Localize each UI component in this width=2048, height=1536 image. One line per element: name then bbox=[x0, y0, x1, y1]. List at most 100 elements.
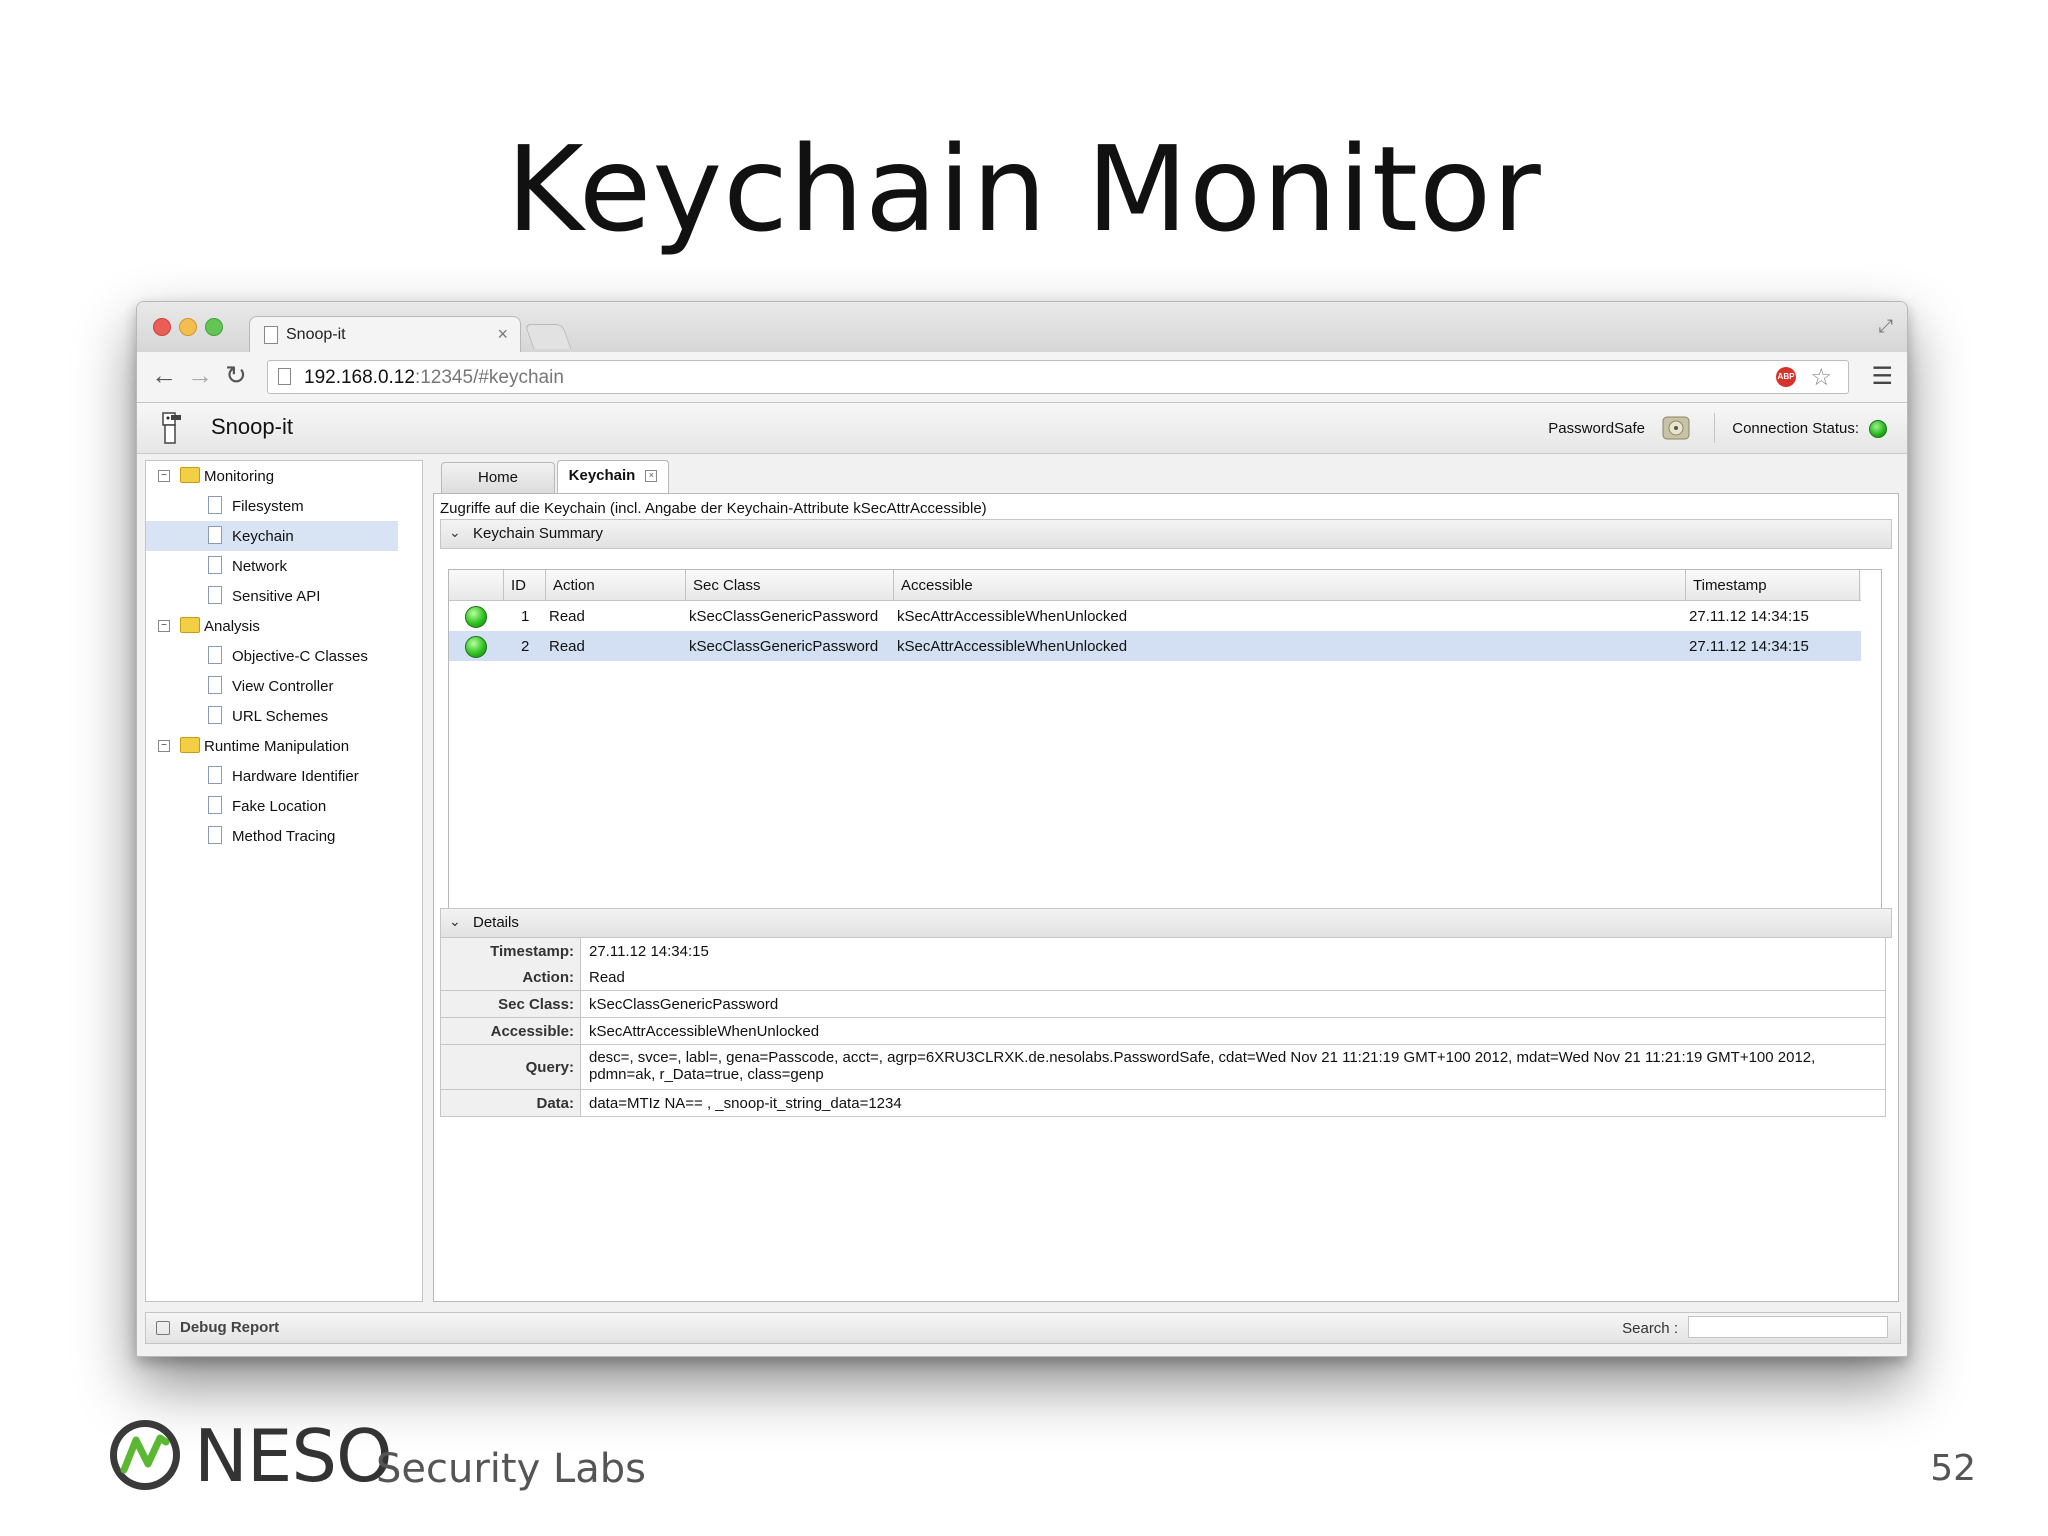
detail-value: kSecClassGenericPassword bbox=[589, 996, 779, 1013]
status-bar: Debug Report Search : bbox=[145, 1312, 1901, 1344]
address-bar[interactable]: 192.168.0.12:12345/#keychain ABP ☆ bbox=[267, 360, 1849, 394]
search-input[interactable] bbox=[1688, 1316, 1888, 1338]
sidebar-item-hardware-identifier[interactable]: Hardware Identifier bbox=[146, 761, 422, 791]
details-header[interactable]: ⌄ Details bbox=[440, 908, 1892, 938]
cell-timestamp: 27.11.12 14:34:15 bbox=[1689, 638, 1809, 655]
sidebar-item-network[interactable]: Network bbox=[146, 551, 422, 581]
detail-label: Accessible: bbox=[441, 1018, 581, 1044]
page-icon bbox=[208, 766, 222, 784]
sidebar-item-objective-c-classes[interactable]: Objective-C Classes bbox=[146, 641, 422, 671]
column-header-id[interactable]: ID bbox=[511, 577, 526, 594]
cell-accessible: kSecAttrAccessibleWhenUnlocked bbox=[897, 638, 1128, 655]
zoom-window-button[interactable] bbox=[205, 318, 223, 336]
sidebar-item-label: URL Schemes bbox=[232, 708, 329, 725]
header-separator bbox=[1714, 413, 1715, 443]
sidebar-item-method-tracing[interactable]: Method Tracing bbox=[146, 821, 422, 851]
bookmark-star-icon[interactable]: ☆ bbox=[1810, 363, 1832, 392]
keychain-table: ID Action Sec Class Accessible Timestamp… bbox=[448, 569, 1882, 911]
tab-keychain[interactable]: Keychain × bbox=[557, 460, 669, 493]
fullscreen-icon[interactable]: ⤢ bbox=[1879, 316, 1893, 337]
sidebar-item-sensitive-api[interactable]: Sensitive API bbox=[146, 581, 422, 611]
page-icon bbox=[208, 496, 222, 514]
table-row[interactable]: 2 Read kSecClassGenericPassword kSecAttr… bbox=[449, 631, 1861, 661]
detail-value: 27.11.12 14:34:15 bbox=[589, 943, 709, 960]
sidebar-item-view-controller[interactable]: View Controller bbox=[146, 671, 422, 701]
close-window-button[interactable] bbox=[153, 318, 171, 336]
browser-tab[interactable]: Snoop-it × bbox=[249, 316, 521, 353]
page-icon bbox=[208, 646, 222, 664]
chevron-down-icon: ⌄ bbox=[449, 913, 461, 929]
sidebar-item-fake-location[interactable]: Fake Location bbox=[146, 791, 422, 821]
sidebar-item-label: Keychain bbox=[232, 528, 294, 545]
sidebar-group-monitoring[interactable]: − Monitoring bbox=[146, 461, 422, 491]
sidebar-item-label: Hardware Identifier bbox=[232, 768, 359, 785]
collapse-icon[interactable]: − bbox=[158, 470, 170, 482]
column-header-accessible[interactable]: Accessible bbox=[901, 577, 973, 594]
sidebar-group-label: Monitoring bbox=[204, 468, 275, 485]
sidebar-group-runtime-manipulation[interactable]: − Runtime Manipulation bbox=[146, 731, 422, 761]
collapse-icon[interactable]: − bbox=[158, 620, 170, 632]
folder-icon bbox=[180, 617, 200, 633]
sidebar-item-url-schemes[interactable]: URL Schemes bbox=[146, 701, 422, 731]
column-header-timestamp[interactable]: Timestamp bbox=[1693, 577, 1767, 594]
search-label: Search : bbox=[1622, 1320, 1678, 1337]
sidebar-group-label: Runtime Manipulation bbox=[204, 738, 350, 755]
tab-label: Home bbox=[477, 469, 518, 486]
chevron-down-icon: ⌄ bbox=[449, 524, 461, 540]
menu-icon[interactable]: ☰ bbox=[1871, 362, 1893, 391]
tab-home[interactable]: Home bbox=[441, 462, 555, 493]
column-header-action[interactable]: Action bbox=[553, 577, 595, 594]
cell-sec-class: kSecClassGenericPassword bbox=[689, 638, 879, 655]
forward-icon[interactable]: → bbox=[187, 362, 213, 388]
sidebar-item-label: Method Tracing bbox=[232, 828, 336, 845]
section-title: Details bbox=[473, 914, 519, 931]
detail-row-timestamp: Timestamp: 27.11.12 14:34:15 bbox=[440, 937, 1886, 965]
sidebar-tree: − Monitoring Filesystem Keychain Network… bbox=[145, 460, 423, 1302]
page-icon bbox=[208, 796, 222, 814]
slide-title: Keychain Monitor bbox=[506, 120, 1542, 258]
cell-action: Read bbox=[549, 608, 585, 625]
sidebar-group-analysis[interactable]: − Analysis bbox=[146, 611, 422, 641]
browser-toolbar: ← → ↻ 192.168.0.12:12345/#keychain ABP ☆… bbox=[137, 352, 1907, 403]
minimize-window-button[interactable] bbox=[179, 318, 197, 336]
connection-status-label: Connection Status: bbox=[1732, 420, 1859, 437]
target-app-name: PasswordSafe bbox=[1548, 420, 1645, 437]
keychain-summary-header[interactable]: ⌄ Keychain Summary bbox=[440, 519, 1892, 549]
table-row[interactable]: 1 Read kSecClassGenericPassword kSecAttr… bbox=[449, 601, 1861, 631]
page-icon bbox=[278, 368, 291, 385]
sidebar-item-label: Objective-C Classes bbox=[232, 648, 368, 665]
detail-row-accessible: Accessible: kSecAttrAccessibleWhenUnlock… bbox=[440, 1018, 1886, 1045]
page-description: Zugriffe auf die Keychain (incl. Angabe … bbox=[440, 500, 987, 517]
table-header: ID Action Sec Class Accessible Timestamp bbox=[449, 570, 1861, 601]
sidebar-item-label: Sensitive API bbox=[232, 588, 321, 605]
detail-value: kSecAttrAccessibleWhenUnlocked bbox=[589, 1023, 820, 1040]
url-text: 192.168.0.12:12345/#keychain bbox=[304, 367, 564, 388]
app-title: Snoop-it bbox=[211, 414, 293, 439]
close-tab-icon[interactable]: × bbox=[645, 470, 658, 483]
reload-icon[interactable]: ↻ bbox=[225, 362, 247, 388]
sidebar-group-label: Analysis bbox=[204, 618, 260, 635]
new-tab-button[interactable] bbox=[524, 324, 572, 349]
cell-id: 1 bbox=[521, 608, 530, 625]
page-icon bbox=[208, 526, 222, 544]
folder-icon bbox=[180, 737, 200, 753]
tab-content: Zugriffe auf die Keychain (incl. Angabe … bbox=[433, 493, 1899, 1302]
debug-report-icon[interactable] bbox=[156, 1321, 170, 1335]
sidebar-item-label: Filesystem bbox=[232, 498, 304, 515]
column-header-sec-class[interactable]: Sec Class bbox=[693, 577, 761, 594]
adblock-icon[interactable]: ABP bbox=[1776, 367, 1796, 387]
sidebar-item-keychain[interactable]: Keychain bbox=[146, 521, 398, 551]
detail-row-query: Query: desc=, svce=, labl=, gena=Passcod… bbox=[440, 1045, 1886, 1090]
collapse-icon[interactable]: − bbox=[158, 740, 170, 752]
sidebar-item-filesystem[interactable]: Filesystem bbox=[146, 491, 422, 521]
cell-action: Read bbox=[549, 638, 585, 655]
debug-report-button[interactable]: Debug Report bbox=[180, 1319, 279, 1336]
close-tab-icon[interactable]: × bbox=[497, 324, 508, 345]
detail-label: Sec Class: bbox=[441, 991, 581, 1017]
detail-label: Timestamp: bbox=[441, 938, 581, 964]
detail-row-sec-class: Sec Class: kSecClassGenericPassword bbox=[440, 991, 1886, 1018]
detail-value: data=MTIz NA== , _snoop-it_string_data=1… bbox=[589, 1095, 902, 1112]
browser-titlebar: Snoop-it × ⤢ bbox=[137, 302, 1907, 353]
neso-logo-icon bbox=[110, 1420, 180, 1490]
back-icon[interactable]: ← bbox=[151, 362, 177, 388]
